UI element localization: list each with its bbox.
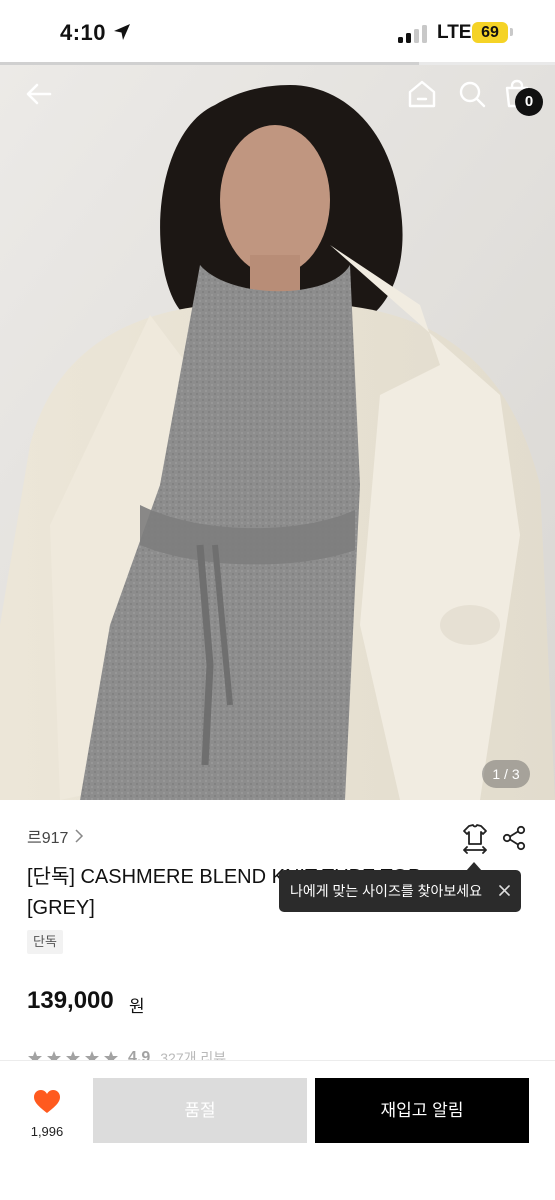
heart-icon <box>34 1090 60 1113</box>
chevron-right-icon <box>75 829 84 843</box>
cellular-signal-icon <box>398 25 430 43</box>
bottom-action-bar: 1,996 품절 재입고 알림 <box>0 1060 555 1200</box>
status-bar: 4:10 LTE 69 <box>0 0 555 65</box>
price-unit: 원 <box>129 997 145 1016</box>
like-count: 1,996 <box>30 1124 64 1139</box>
brand-link[interactable]: 르917 <box>27 824 84 848</box>
battery-indicator: 69 <box>472 22 508 43</box>
product-price: 139,000 <box>27 987 114 1014</box>
restock-alert-button[interactable]: 재입고 알림 <box>315 1078 529 1143</box>
product-photo <box>0 65 555 800</box>
cart-count-badge: 0 <box>515 88 543 116</box>
size-fit-icon[interactable] <box>459 822 491 854</box>
product-image[interactable] <box>0 65 555 800</box>
close-icon[interactable] <box>498 884 511 897</box>
image-counter: 1 / 3 <box>482 760 530 788</box>
search-icon[interactable] <box>455 77 489 111</box>
share-icon[interactable] <box>500 824 528 852</box>
tooltip-text: 나에게 맞는 사이즈를 찾아보세요 <box>290 883 482 899</box>
home-icon[interactable] <box>405 77 439 111</box>
like-button[interactable]: 1,996 <box>20 1089 74 1149</box>
battery-tip <box>510 28 513 36</box>
size-fit-tooltip[interactable]: 나에게 맞는 사이즈를 찾아보세요 <box>279 870 521 912</box>
soldout-button[interactable]: 품절 <box>93 1078 307 1143</box>
back-arrow-icon[interactable] <box>22 77 56 111</box>
network-type: LTE <box>437 22 472 43</box>
exclusive-tag: 단독 <box>27 930 63 954</box>
brand-name: 르917 <box>27 830 69 847</box>
status-time: 4:10 <box>60 20 107 45</box>
location-arrow-icon <box>114 24 130 40</box>
